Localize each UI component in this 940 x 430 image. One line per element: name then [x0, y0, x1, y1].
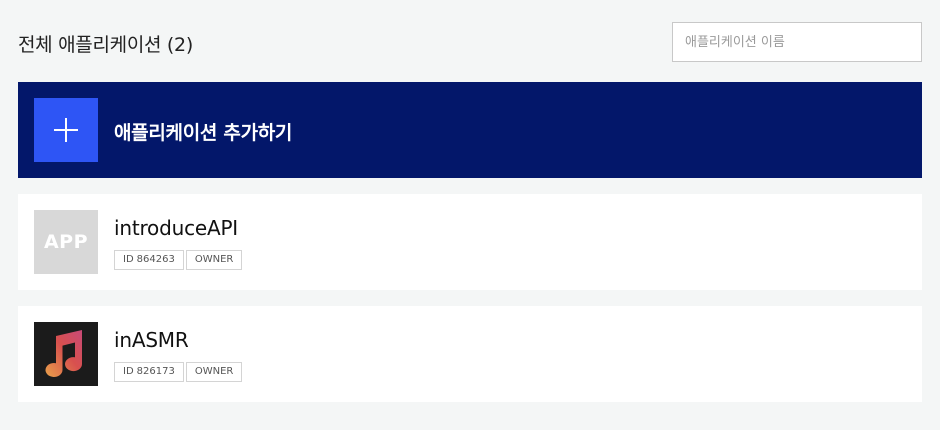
- app-role-badge: OWNER: [185, 250, 243, 270]
- plus-icon: [34, 98, 98, 162]
- search-input[interactable]: [673, 23, 921, 61]
- search-box[interactable]: [672, 22, 922, 62]
- page-header: 전체 애플리케이션 (2): [18, 22, 922, 62]
- app-tags: ID 826173 OWNER: [114, 362, 244, 382]
- music-note-icon: [34, 322, 98, 386]
- app-card-introduceapi[interactable]: APP introduceAPI ID 864263 OWNER: [18, 194, 922, 290]
- app-name: introduceAPI: [114, 216, 239, 240]
- add-application-button[interactable]: 애플리케이션 추가하기: [18, 82, 922, 178]
- app-tags: ID 864263 OWNER: [114, 250, 244, 270]
- app-id-badge: ID 826173: [114, 362, 184, 382]
- app-card-inasmr[interactable]: inASMR ID 826173 OWNER: [18, 306, 922, 402]
- app-placeholder-icon: APP: [34, 210, 98, 274]
- app-id-badge: ID 864263: [114, 250, 184, 270]
- add-application-label: 애플리케이션 추가하기: [114, 122, 293, 144]
- app-name: inASMR: [114, 328, 189, 352]
- page-title: 전체 애플리케이션 (2): [18, 34, 193, 56]
- app-role-badge: OWNER: [185, 362, 243, 382]
